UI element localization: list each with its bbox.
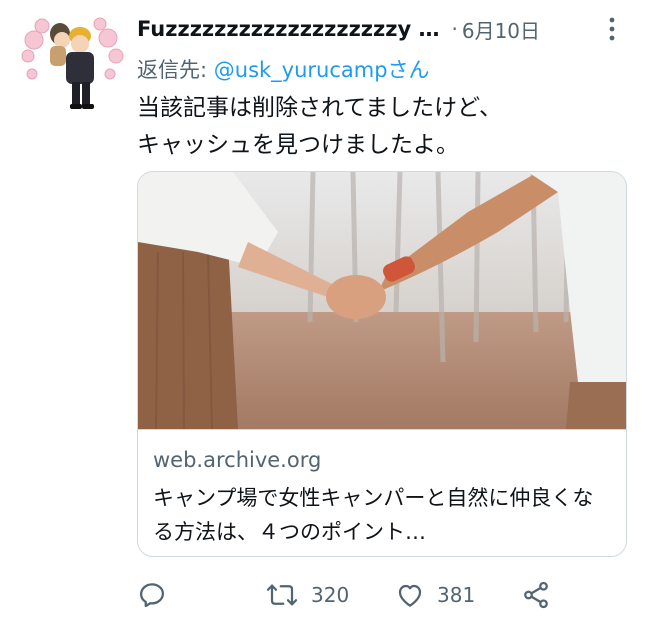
retweet-icon	[266, 584, 298, 606]
reply-icon	[140, 583, 164, 608]
share-button[interactable]	[521, 575, 551, 615]
card-domain: web.archive.org	[153, 448, 322, 472]
separator-dot: ·	[451, 17, 458, 41]
reply-handle-link[interactable]: @usk_yurucampさん	[214, 58, 430, 82]
reply-prefix: 返信先:	[137, 58, 208, 82]
tweet-header: Fuzzzzzzzzzzzzzzzzzzzy … · 6月10日	[137, 14, 627, 44]
card-divider	[138, 429, 626, 430]
share-icon	[524, 581, 548, 609]
card-title: キャンプ場で女性キャンパーと自然に仲良くなる方法は、４つのポイント…	[153, 486, 594, 544]
more-options-button[interactable]	[597, 14, 627, 44]
display-name[interactable]: Fuzzzzzzzzzzzzzzzzzzzy …	[137, 17, 439, 41]
link-card[interactable]: web.archive.org キャンプ場で女性キャンパーと自然に仲良くなる方法…	[137, 171, 627, 557]
tweet-actions: 320 381	[137, 575, 607, 615]
heart-icon	[398, 584, 422, 607]
like-button[interactable]: 381	[395, 575, 475, 615]
avatar[interactable]	[20, 12, 124, 116]
like-count: 381	[437, 583, 476, 607]
tweet-text: 当該記事は削除されてましたけど、 キャッシュを見つけましたよ。	[137, 95, 503, 158]
retweet-button[interactable]: 320	[265, 575, 349, 615]
reply-context: 返信先: @usk_yurucampさん	[137, 54, 430, 84]
retweet-count: 320	[311, 583, 350, 607]
more-vertical-icon	[609, 17, 615, 41]
tweet-date[interactable]: 6月10日	[462, 15, 540, 44]
card-image	[138, 172, 626, 429]
reply-button[interactable]	[137, 575, 167, 615]
